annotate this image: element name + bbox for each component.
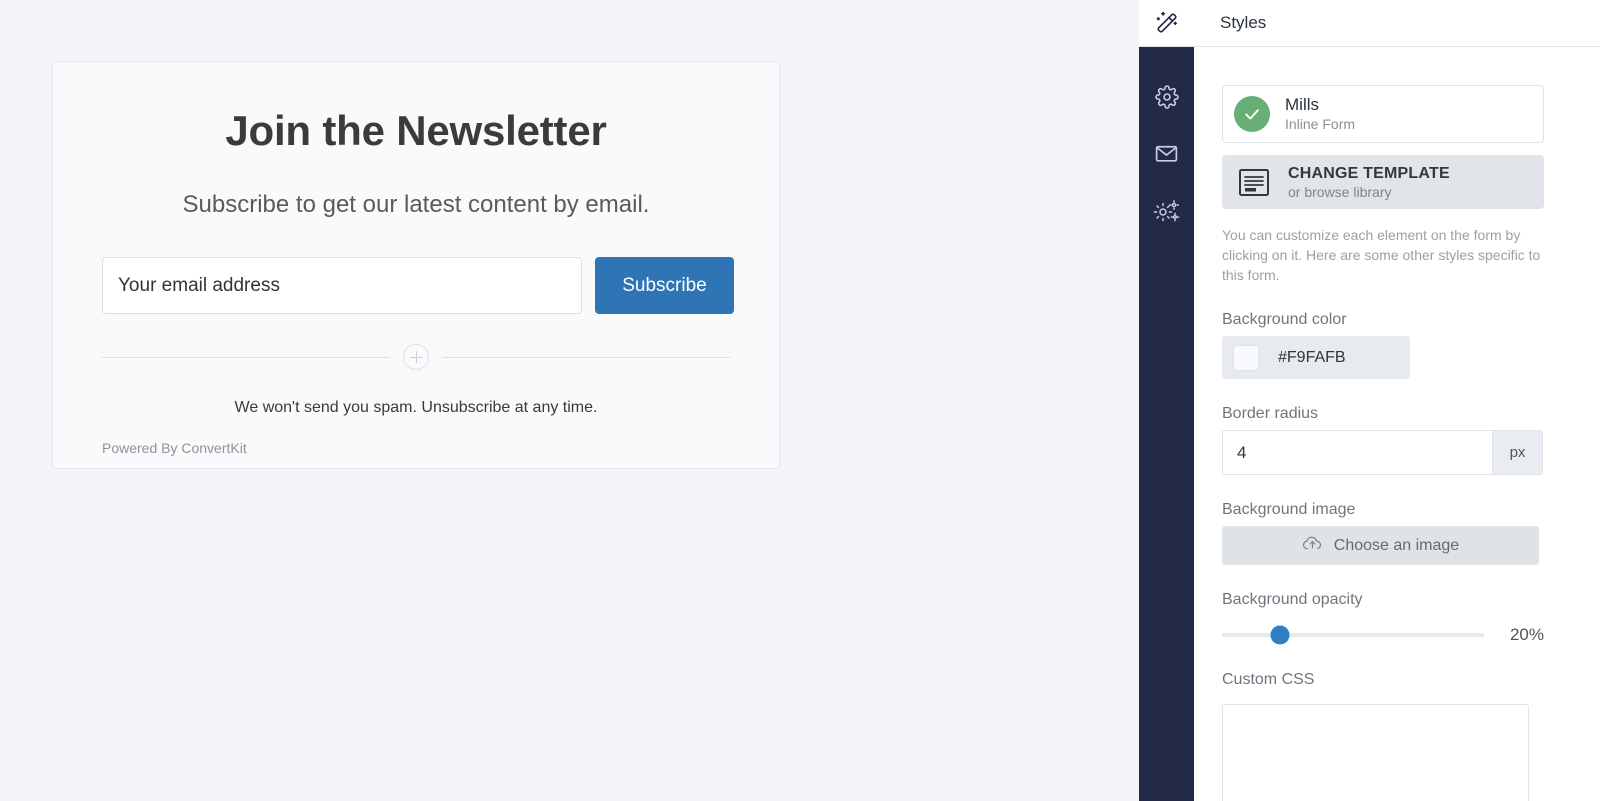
form-heading[interactable]: Join the Newsletter	[101, 107, 731, 154]
styles-panel: Mills Inline Form CHANGE TEMPLATE or bro…	[1194, 47, 1600, 801]
background-color-value: #F9FAFB	[1278, 348, 1346, 366]
app-root: Join the Newsletter Subscribe to get our…	[0, 0, 1600, 801]
border-radius-label: Border radius	[1222, 405, 1319, 423]
powered-by-label: Powered By ConvertKit	[102, 440, 247, 457]
styles-panel-header: Styles	[1139, 0, 1600, 47]
background-image-label: Background image	[1222, 501, 1356, 519]
slider-track[interactable]	[1222, 625, 1484, 645]
background-color-label: Background color	[1222, 311, 1347, 329]
page-title: Styles	[1220, 13, 1267, 32]
template-text: Mills Inline Form	[1285, 94, 1355, 134]
change-template-title: CHANGE TEMPLATE	[1288, 164, 1450, 182]
magic-wand-icon	[1139, 0, 1194, 46]
panel-hint-text: You can customize each element on the fo…	[1222, 227, 1541, 284]
border-radius-unit: px	[1492, 431, 1542, 475]
rail-item-advanced-settings[interactable]	[1139, 182, 1194, 239]
custom-css-label: Custom CSS	[1222, 671, 1315, 689]
form-subscribe-row: Your email address Subscribe	[101, 257, 734, 315]
form-preview-canvas: Join the Newsletter Subscribe to get our…	[0, 0, 1139, 801]
template-type: Inline Form	[1285, 116, 1356, 133]
form-subheading[interactable]: Subscribe to get our latest content by e…	[101, 191, 731, 219]
slider-thumb[interactable]	[1270, 625, 1290, 645]
gear-icon	[1154, 84, 1179, 109]
plus-circle-icon[interactable]	[403, 344, 429, 371]
choose-image-button[interactable]: Choose an image	[1222, 526, 1539, 566]
envelope-icon	[1154, 141, 1179, 166]
background-opacity-slider[interactable]: 20%	[1222, 625, 1544, 645]
divider-line-right	[442, 356, 730, 358]
rail-item-email[interactable]	[1139, 125, 1194, 182]
color-swatch[interactable]	[1233, 344, 1259, 371]
background-color-field[interactable]: #F9FAFB	[1222, 336, 1410, 380]
template-name: Mills	[1285, 95, 1319, 115]
check-circle-icon	[1234, 96, 1270, 132]
left-icon-rail	[1139, 47, 1194, 801]
border-radius-field: px	[1222, 430, 1543, 476]
email-input[interactable]: Your email address	[102, 257, 582, 315]
form-disclaimer[interactable]: We won't send you spam. Unsubscribe at a…	[101, 399, 731, 417]
background-opacity-label: Background opacity	[1222, 591, 1363, 609]
current-template-card[interactable]: Mills Inline Form	[1222, 85, 1544, 143]
rail-item-settings[interactable]	[1139, 68, 1194, 125]
border-radius-input[interactable]	[1223, 431, 1492, 475]
form-inner: Join the Newsletter Subscribe to get our…	[53, 107, 779, 457]
form-preview-card[interactable]: Join the Newsletter Subscribe to get our…	[52, 61, 780, 469]
template-icon	[1238, 167, 1274, 198]
add-block-divider	[101, 344, 731, 371]
change-template-text: CHANGE TEMPLATE or browse library	[1288, 164, 1450, 201]
divider-line-left	[102, 356, 390, 358]
custom-css-textarea[interactable]	[1222, 704, 1529, 801]
subscribe-button[interactable]: Subscribe	[595, 257, 734, 315]
background-opacity-value: 20%	[1509, 625, 1544, 645]
change-template-subtitle: or browse library	[1288, 183, 1392, 200]
change-template-button[interactable]: CHANGE TEMPLATE or browse library	[1222, 155, 1544, 209]
gears-icon	[1153, 198, 1181, 224]
cloud-upload-icon	[1302, 535, 1323, 557]
choose-image-label: Choose an image	[1333, 536, 1460, 554]
